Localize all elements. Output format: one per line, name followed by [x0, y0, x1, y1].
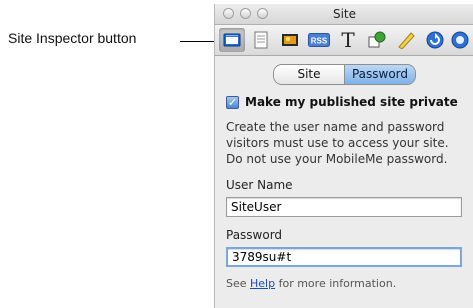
username-field[interactable] [226, 197, 462, 217]
window-title: Site [332, 7, 357, 21]
photo-inspector-button[interactable] [277, 28, 303, 52]
callout-line [180, 41, 214, 42]
site-inspector-window: Site RSS T Site Password ✓ Make my publi… [214, 4, 473, 308]
site-inspector-icon [223, 33, 241, 47]
qt-icon [451, 31, 469, 49]
link-icon [426, 31, 444, 49]
rss-icon: RSS [308, 33, 330, 47]
username-label: User Name [226, 178, 293, 192]
text-icon: T [341, 28, 355, 52]
title-bar: Site [215, 4, 473, 25]
password-pane: ✓ Make my published site private Create … [215, 85, 473, 290]
photo-icon [282, 34, 298, 46]
help-link[interactable]: Help [250, 277, 275, 290]
password-field[interactable] [226, 247, 462, 267]
quicktime-inspector-button[interactable] [451, 28, 469, 52]
tab-site[interactable]: Site [274, 65, 345, 84]
private-site-row: ✓ Make my published site private [226, 95, 464, 109]
help-text: See Help for more information. [226, 277, 464, 290]
password-description: Create the user name and password visito… [226, 120, 449, 166]
metrics-icon [398, 32, 415, 49]
rss-label: RSS [311, 37, 328, 46]
link-inspector-button[interactable] [422, 28, 448, 52]
help-suffix: for more information. [275, 277, 397, 290]
help-prefix: See [226, 277, 251, 290]
page-inspector-button[interactable] [248, 28, 274, 52]
text-inspector-button[interactable]: T [335, 28, 361, 52]
private-site-label: Make my published site private [245, 95, 458, 109]
graphic-inspector-button[interactable] [364, 28, 390, 52]
graphic-icon [368, 31, 386, 48]
site-inspector-button[interactable] [219, 28, 245, 52]
password-label: Password [226, 228, 283, 242]
metrics-inspector-button[interactable] [393, 28, 419, 52]
tab-password[interactable]: Password [345, 65, 415, 84]
callout-label: Site Inspector button [8, 30, 137, 46]
inspector-toolbar: RSS T [215, 25, 473, 56]
rss-inspector-button[interactable]: RSS [306, 28, 332, 52]
site-password-tabs: Site Password [215, 64, 473, 85]
private-site-checkbox[interactable]: ✓ [226, 95, 239, 109]
page-icon [254, 31, 268, 49]
